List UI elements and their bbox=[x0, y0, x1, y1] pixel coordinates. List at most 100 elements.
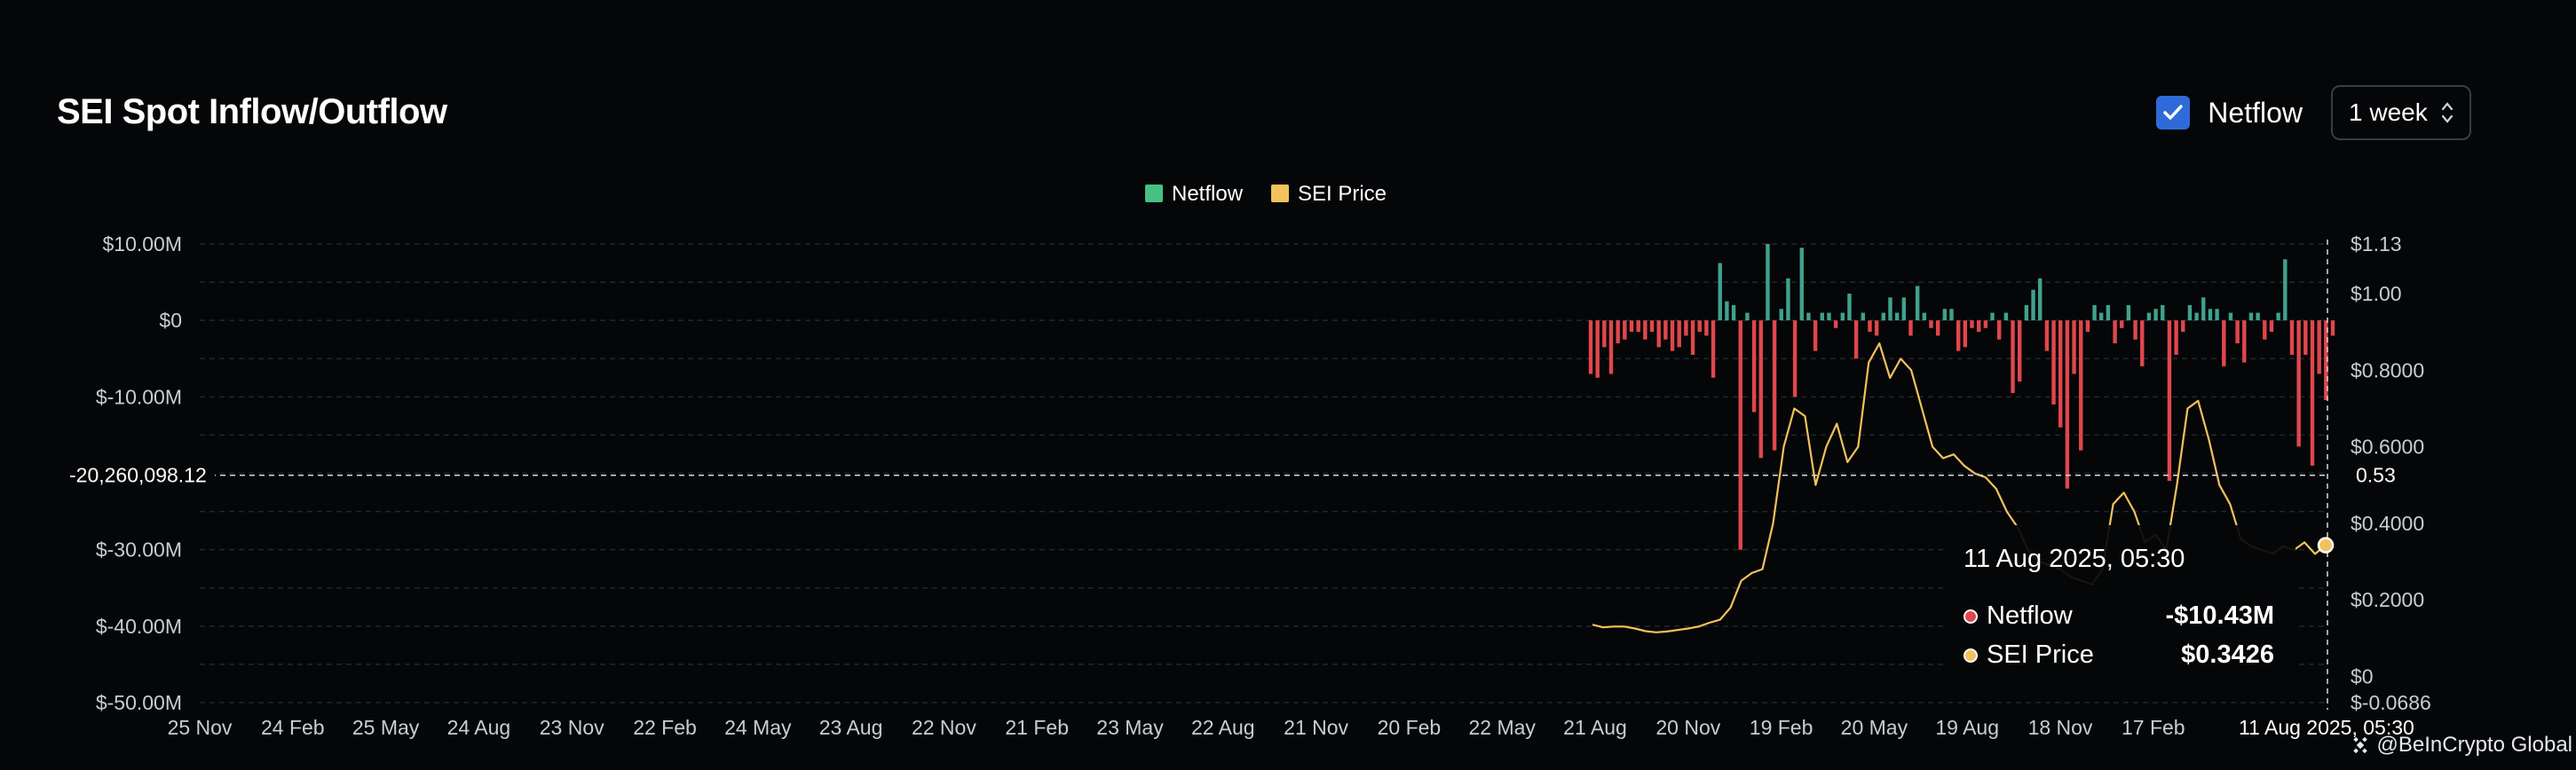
netflow-bar bbox=[1949, 309, 1954, 321]
netflow-bar bbox=[2024, 304, 2029, 321]
netflow-bar bbox=[2242, 320, 2247, 363]
netflow-bar bbox=[1725, 301, 1729, 321]
netflow-bar bbox=[2289, 320, 2295, 355]
x-tick-label: 24 Feb bbox=[261, 716, 325, 739]
netflow-bar bbox=[1942, 309, 1948, 321]
y-right-tick-label: $0.4000 bbox=[2351, 512, 2424, 535]
y-right-tick-label: $0.6000 bbox=[2351, 436, 2424, 459]
x-tick-label: 18 Nov bbox=[2028, 716, 2093, 739]
netflow-bar bbox=[2079, 320, 2083, 451]
y-right-tick-label: $1.00 bbox=[2351, 282, 2402, 305]
y-left-tick-label: $-30.00M bbox=[96, 538, 182, 562]
netflow-bar bbox=[1976, 320, 1981, 333]
netflow-bar bbox=[1656, 320, 1661, 348]
netflow-bar bbox=[2085, 320, 2090, 333]
netflow-bar bbox=[2120, 320, 2124, 328]
netflow-bar bbox=[1840, 312, 1845, 321]
netflow-bar bbox=[1663, 320, 1668, 340]
watermark: @BeInCrypto Global bbox=[2349, 733, 2572, 758]
y-right-tick-label: $0.2000 bbox=[2351, 588, 2424, 611]
netflow-bar bbox=[2235, 320, 2240, 344]
netflow-bar bbox=[2146, 312, 2152, 321]
netflow-bar bbox=[2296, 320, 2301, 447]
netflow-bar bbox=[1711, 320, 1716, 378]
netflow-bar bbox=[1963, 320, 1968, 348]
netflow-bar bbox=[2263, 320, 2267, 340]
tooltip-value: -$10.43M bbox=[2165, 601, 2274, 630]
netflow-bar bbox=[1847, 294, 1852, 321]
netflow-bar bbox=[1616, 320, 1620, 344]
netflow-bar bbox=[2011, 320, 2015, 394]
netflow-bar bbox=[1970, 320, 1974, 328]
netflow-bar bbox=[1623, 320, 1627, 340]
x-tick-label: 22 Nov bbox=[912, 716, 976, 739]
netflow-bar bbox=[1731, 304, 1736, 321]
netflow-bar bbox=[2256, 312, 2260, 321]
netflow-bar bbox=[1799, 248, 1804, 321]
netflow-bar bbox=[1602, 320, 1607, 348]
netflow-bar bbox=[2208, 309, 2213, 321]
y-left-tick-label: $-10.00M bbox=[96, 385, 182, 408]
netflow-bar bbox=[1738, 320, 1742, 550]
netflow-bar bbox=[1929, 320, 1933, 328]
x-tick-label: 20 Feb bbox=[1378, 716, 1442, 739]
chart-tooltip: 11 Aug 2025, 05:30 Netflow -$10.43M SEI … bbox=[1944, 525, 2295, 688]
netflow-bar bbox=[2283, 259, 2288, 321]
netflow-bar bbox=[1677, 320, 1681, 348]
netflow-bar bbox=[1894, 312, 1900, 321]
y-right-tick-label: $-0.0686 bbox=[2351, 691, 2431, 714]
netflow-bar bbox=[1881, 312, 1885, 321]
netflow-bar bbox=[1690, 320, 1695, 355]
netflow-bar bbox=[1983, 320, 1988, 328]
x-tick-label: 21 Feb bbox=[1005, 716, 1069, 739]
netflow-bar bbox=[2058, 320, 2063, 428]
netflow-bar bbox=[1996, 320, 2002, 340]
netflow-bar bbox=[2161, 304, 2165, 321]
netflow-bar bbox=[1806, 312, 1811, 321]
y-right-tick-label: $0 bbox=[2351, 664, 2374, 688]
x-tick-label: 22 May bbox=[1468, 716, 1536, 739]
netflow-bar bbox=[1820, 312, 1824, 321]
netflow-bar bbox=[1684, 320, 1688, 336]
netflow-bar bbox=[1588, 320, 1593, 374]
x-tick-label: 20 May bbox=[1841, 716, 1908, 739]
netflow-bar bbox=[1915, 286, 1920, 321]
tooltip-time: 11 Aug 2025, 05:30 bbox=[1964, 545, 2185, 573]
tooltip-row-price: SEI Price $0.3426 bbox=[1964, 640, 2274, 670]
netflow-bar bbox=[1792, 320, 1798, 397]
x-tick-label: 23 Nov bbox=[540, 716, 604, 739]
netflow-bar bbox=[1908, 320, 1913, 336]
netflow-bar bbox=[2330, 320, 2335, 336]
netflow-bar bbox=[2201, 297, 2206, 321]
netflow-bar bbox=[2092, 304, 2097, 321]
netflow-bar bbox=[1595, 320, 1600, 378]
netflow-bar bbox=[2269, 320, 2274, 333]
netflow-bar bbox=[1779, 309, 1783, 321]
x-tick-label: 23 May bbox=[1096, 716, 1164, 739]
netflow-bar bbox=[1874, 320, 1879, 336]
legend-swatch-price bbox=[1271, 185, 1289, 202]
netflow-bar bbox=[1758, 320, 1763, 459]
watermark-text: @BeInCrypto Global bbox=[2376, 733, 2572, 757]
netflow-bar bbox=[1990, 312, 1995, 321]
tooltip-row-netflow: Netflow -$10.43M bbox=[1964, 601, 2274, 631]
netflow-bar bbox=[2133, 320, 2137, 340]
netflow-bar bbox=[2317, 320, 2321, 374]
netflow-bar bbox=[1751, 320, 1757, 412]
netflow-bar bbox=[2106, 304, 2111, 321]
netflow-bar bbox=[2038, 278, 2043, 321]
legend-swatch-netflow bbox=[1145, 185, 1163, 202]
netflow-bar bbox=[1935, 320, 1940, 336]
netflow-bar bbox=[1608, 320, 1614, 374]
netflow-bar bbox=[1704, 320, 1709, 336]
netflow-bar bbox=[2126, 304, 2131, 321]
netflow-bar bbox=[1636, 320, 1640, 333]
netflow-bar bbox=[2017, 320, 2022, 382]
x-tick-label: 22 Aug bbox=[1191, 716, 1255, 739]
netflow-bar bbox=[1697, 320, 1702, 333]
netflow-bar bbox=[2003, 312, 2009, 321]
x-tick-label: 25 May bbox=[352, 716, 420, 739]
netflow-bar bbox=[1629, 320, 1634, 333]
legend-label-netflow: Netflow bbox=[1172, 182, 1244, 206]
price-hover-point bbox=[2317, 537, 2335, 554]
